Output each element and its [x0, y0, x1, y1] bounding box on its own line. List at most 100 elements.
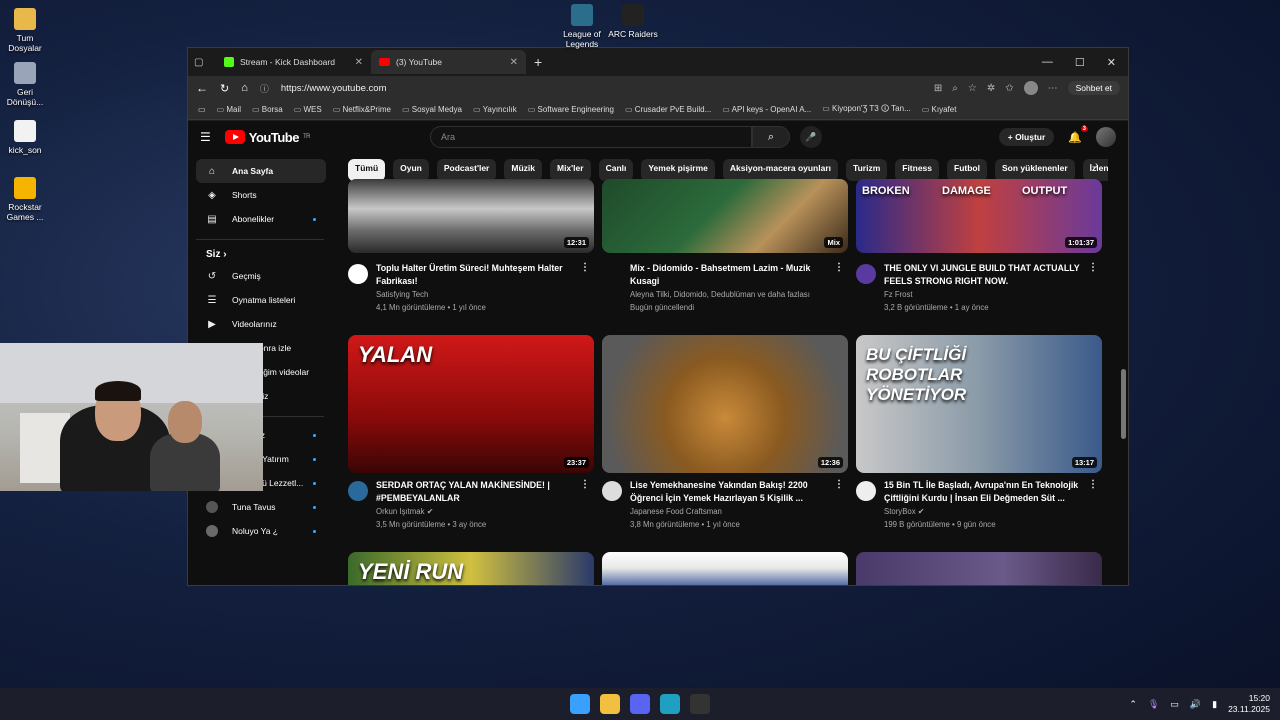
- filter-chip[interactable]: Fitness: [895, 159, 940, 181]
- sidebar-subscription[interactable]: Noluyo Ya ¿: [196, 519, 326, 543]
- video-thumbnail[interactable]: Mix: [602, 179, 848, 253]
- video-thumbnail[interactable]: [602, 552, 848, 585]
- close-window-button[interactable]: ✕: [1107, 56, 1116, 69]
- sidebar-item[interactable]: ☰ Oynatma listeleri: [196, 288, 326, 312]
- bookmark-item[interactable]: Mail: [217, 105, 241, 114]
- copilot-button[interactable]: Sohbet et: [1067, 81, 1120, 95]
- video-thumbnail[interactable]: BROKEN DAMAGE OUTPUT 1:01:37: [856, 179, 1102, 253]
- filter-chip[interactable]: Mix'ler: [549, 159, 591, 181]
- filter-chip[interactable]: Futbol: [947, 159, 987, 181]
- filter-chip[interactable]: Oyun: [393, 159, 429, 181]
- filter-chip[interactable]: Podcast'ler: [436, 159, 497, 181]
- channel-avatar[interactable]: [602, 481, 622, 501]
- profile-icon[interactable]: [1023, 81, 1038, 95]
- desktop-icon[interactable]: Geri Dönüşü...: [0, 62, 50, 107]
- sidebar-section-you[interactable]: Siz ›: [196, 246, 326, 264]
- filter-chip[interactable]: Müzik: [504, 159, 542, 181]
- video-title[interactable]: Lise Yemekhanesine Yakından Bakış! 2200 …: [630, 479, 835, 504]
- more-icon[interactable]: ⋯: [1048, 83, 1058, 94]
- filter-chip[interactable]: Canlı: [598, 159, 634, 181]
- filter-chip[interactable]: Yemek pişirme: [641, 159, 715, 181]
- sidebar-item[interactable]: ▶ Videolarınız: [196, 312, 326, 336]
- windows-start-icon[interactable]: [570, 694, 590, 714]
- clock[interactable]: 15:20 23.11.2025: [1228, 693, 1270, 715]
- sidebar-item[interactable]: ▤ Abonelikler: [196, 207, 326, 231]
- desktop-icon[interactable]: Tum Dosyalar: [0, 8, 50, 53]
- chevron-up-icon[interactable]: ⌃: [1129, 699, 1137, 710]
- desktop-icon[interactable]: ARC Raiders: [608, 4, 658, 39]
- channel-avatar[interactable]: [856, 264, 876, 284]
- chevron-right-icon[interactable]: ›: [1095, 160, 1109, 171]
- filter-chip[interactable]: Son yüklenenler: [994, 159, 1075, 181]
- video-title[interactable]: THE ONLY VI JUNGLE BUILD THAT ACTUALLY F…: [884, 262, 1089, 287]
- search-input[interactable]: Ara: [429, 126, 752, 148]
- more-options-icon[interactable]: ⋮: [1088, 479, 1098, 490]
- home-icon[interactable]: ⌂: [241, 82, 248, 94]
- sidebar-item[interactable]: ◈ Shorts: [196, 183, 326, 207]
- bookmark-item[interactable]: Software Engineering: [528, 105, 615, 114]
- desktop-icon[interactable]: Rockstar Games ...: [0, 177, 50, 222]
- video-thumbnail[interactable]: BU ÇİFTLİĞİ ROBOTLAR YÖNETİYOR 13:17: [856, 335, 1102, 473]
- channel-name[interactable]: StoryBox ✔: [884, 505, 1089, 518]
- more-options-icon[interactable]: ⋮: [834, 479, 844, 490]
- bookmark-item[interactable]: Yayıncılık: [473, 105, 517, 114]
- video-thumbnail[interactable]: YENİ RUN: [348, 552, 594, 585]
- video-thumbnail[interactable]: YALAN 23:37: [348, 335, 594, 473]
- volume-icon[interactable]: 🔊: [1190, 699, 1201, 710]
- back-icon[interactable]: ←: [196, 81, 208, 95]
- bookmark-item[interactable]: WES: [294, 105, 321, 114]
- bookmark-item[interactable]: Kiyopon'Ʒ T3 🛈 Tan...: [822, 103, 911, 117]
- video-title[interactable]: Mix - Didomido - Bahsetmem Lazim - Muzik…: [630, 262, 835, 287]
- video-thumbnail[interactable]: 12:31: [348, 179, 594, 253]
- channel-avatar[interactable]: [348, 264, 368, 284]
- obs-icon[interactable]: [690, 694, 710, 714]
- tab-close-icon[interactable]: ✕: [355, 57, 363, 68]
- channel-avatar[interactable]: [856, 481, 876, 501]
- scrollbar[interactable]: [1121, 369, 1126, 439]
- desktop-icon[interactable]: kick_son: [0, 120, 50, 155]
- refresh-icon[interactable]: ↻: [220, 82, 229, 95]
- desktop-icon[interactable]: League of Legends: [557, 4, 607, 49]
- filter-chip[interactable]: Aksiyon-macera oyunları: [722, 159, 839, 181]
- filter-chip[interactable]: Tümü: [348, 159, 386, 181]
- zoom-icon[interactable]: ⌕: [952, 83, 958, 94]
- minimize-button[interactable]: —: [1042, 56, 1053, 69]
- network-icon[interactable]: ▭: [1170, 699, 1179, 710]
- search-button[interactable]: ⌕: [751, 126, 790, 148]
- extensions-icon[interactable]: ✲: [987, 83, 995, 94]
- channel-name[interactable]: Satisfying Tech: [376, 288, 581, 301]
- more-options-icon[interactable]: ⋮: [580, 262, 590, 273]
- more-options-icon[interactable]: ⋮: [1088, 262, 1098, 273]
- microphone-icon[interactable]: 🎙: [1148, 699, 1159, 710]
- channel-name[interactable]: Aleyna Tilki, Didomido, Dedublüman ve da…: [630, 288, 835, 301]
- bookmark-item[interactable]: Kıyafet: [922, 105, 957, 114]
- sidebar-item[interactable]: ⌂ Ana Sayfa: [196, 159, 326, 183]
- video-thumbnail[interactable]: [856, 552, 1102, 585]
- favorite-star-icon[interactable]: ☆: [968, 83, 977, 94]
- reading-list-icon[interactable]: ▭: [198, 105, 206, 114]
- video-title[interactable]: 15 Bin TL İle Başladı, Avrupa'nın En Tek…: [884, 479, 1089, 504]
- site-info-icon[interactable]: ⓘ: [260, 82, 269, 95]
- sidebar-item[interactable]: ↺ Geçmiş: [196, 264, 326, 288]
- tab-kick[interactable]: Stream - Kick Dashboard ✕: [216, 50, 371, 74]
- url-field[interactable]: https://www.youtube.com: [281, 83, 387, 94]
- tab-actions-icon[interactable]: ▢: [194, 57, 216, 68]
- avatar[interactable]: [1096, 127, 1116, 147]
- bookmark-item[interactable]: Sosyal Medya: [402, 105, 462, 114]
- discord-icon[interactable]: [630, 694, 650, 714]
- channel-avatar[interactable]: [348, 481, 368, 501]
- video-title[interactable]: Toplu Halter Üretim Süreci! Muhteşem Hal…: [376, 262, 581, 287]
- video-thumbnail[interactable]: 12:36: [602, 335, 848, 473]
- notifications-icon[interactable]: 🔔 3: [1068, 125, 1088, 144]
- maximize-button[interactable]: ☐: [1075, 56, 1085, 69]
- bookmark-item[interactable]: Netflix&Prime: [333, 105, 391, 114]
- favorites-icon[interactable]: ✩: [1005, 83, 1013, 94]
- tab-youtube[interactable]: (3) YouTube ✕: [371, 50, 526, 74]
- create-button[interactable]: + Oluştur: [998, 128, 1055, 146]
- battery-icon[interactable]: ▮: [1212, 699, 1217, 710]
- app-icon[interactable]: ⊞: [934, 83, 942, 94]
- more-options-icon[interactable]: ⋮: [580, 479, 590, 490]
- bookmark-item[interactable]: API keys - OpenAI A...: [722, 105, 812, 114]
- more-options-icon[interactable]: ⋮: [834, 262, 844, 273]
- menu-icon[interactable]: ☰: [200, 130, 211, 144]
